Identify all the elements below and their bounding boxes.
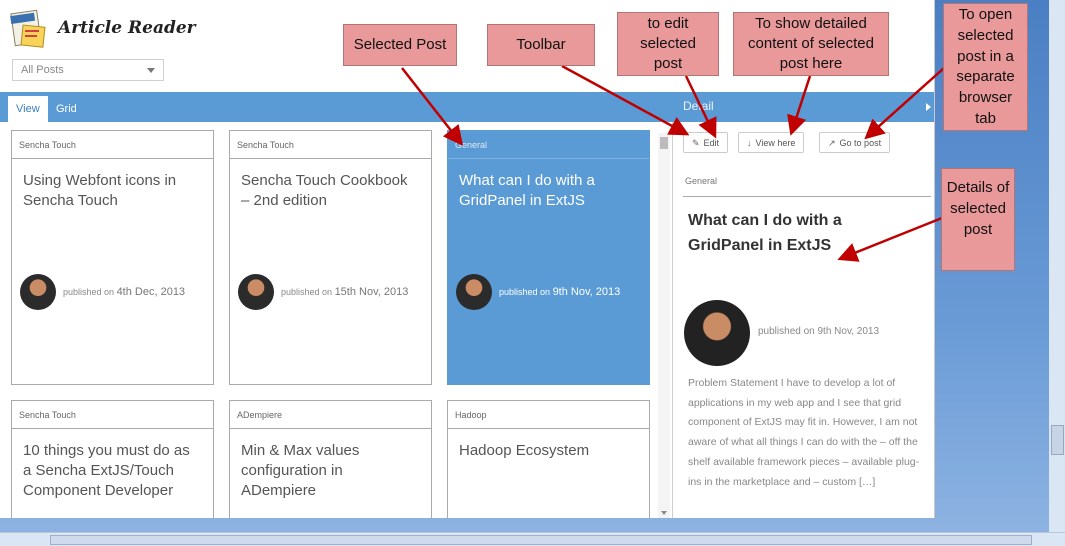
arrow-details xyxy=(837,216,943,262)
window-vertical-scrollbar[interactable] xyxy=(1049,0,1065,532)
arrow-selected-post xyxy=(401,67,464,146)
note-go-to-post: To open selected post in a separate brow… xyxy=(943,3,1028,131)
arrow-view-here xyxy=(787,75,812,136)
scrollbar-thumb[interactable] xyxy=(50,535,1032,545)
note-edit: to edit selected post xyxy=(617,12,719,76)
note-toolbar: Toolbar xyxy=(487,24,595,66)
note-details: Details of selected post xyxy=(941,168,1015,271)
arrow-toolbar xyxy=(561,64,690,136)
annotation-arrows xyxy=(401,64,945,262)
arrow-edit xyxy=(684,75,717,139)
scrollbar-thumb[interactable] xyxy=(1051,425,1064,455)
window-horizontal-scrollbar[interactable] xyxy=(0,532,1065,546)
arrow-go-to-post xyxy=(864,67,945,140)
note-selected-post: Selected Post xyxy=(343,24,457,66)
note-view-here: To show detailed content of selected pos… xyxy=(733,12,889,76)
